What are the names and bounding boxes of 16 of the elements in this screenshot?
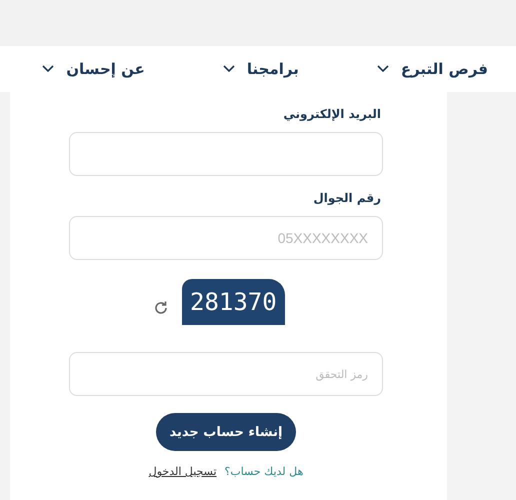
input-field[interactable]: رمز التحقق <box>69 352 383 396</box>
nav-menu-item[interactable]: عن إحسان <box>42 60 145 78</box>
captcha-image: 281370 <box>182 279 285 325</box>
field-label: رقم الجوال <box>312 190 382 207</box>
refresh-icon[interactable] <box>153 300 169 316</box>
chevron-down-icon <box>42 65 54 73</box>
input-field[interactable]: 05XXXXXXXX <box>69 216 383 260</box>
chevron-down-icon <box>376 65 389 73</box>
create-account-button[interactable]: إنشاء حساب جديد <box>156 413 296 451</box>
login-link[interactable]: تسجيل الدخول <box>148 465 217 478</box>
nav-menu-item[interactable]: برامجنا <box>222 60 299 78</box>
chevron-down-icon <box>222 65 235 73</box>
account-question: هل لديك حساب؟ <box>224 465 304 478</box>
nav-menu-item[interactable]: فرص التبرع <box>376 60 488 78</box>
input-field[interactable] <box>69 132 383 176</box>
field-label: البريد الإلكتروني <box>282 106 382 123</box>
